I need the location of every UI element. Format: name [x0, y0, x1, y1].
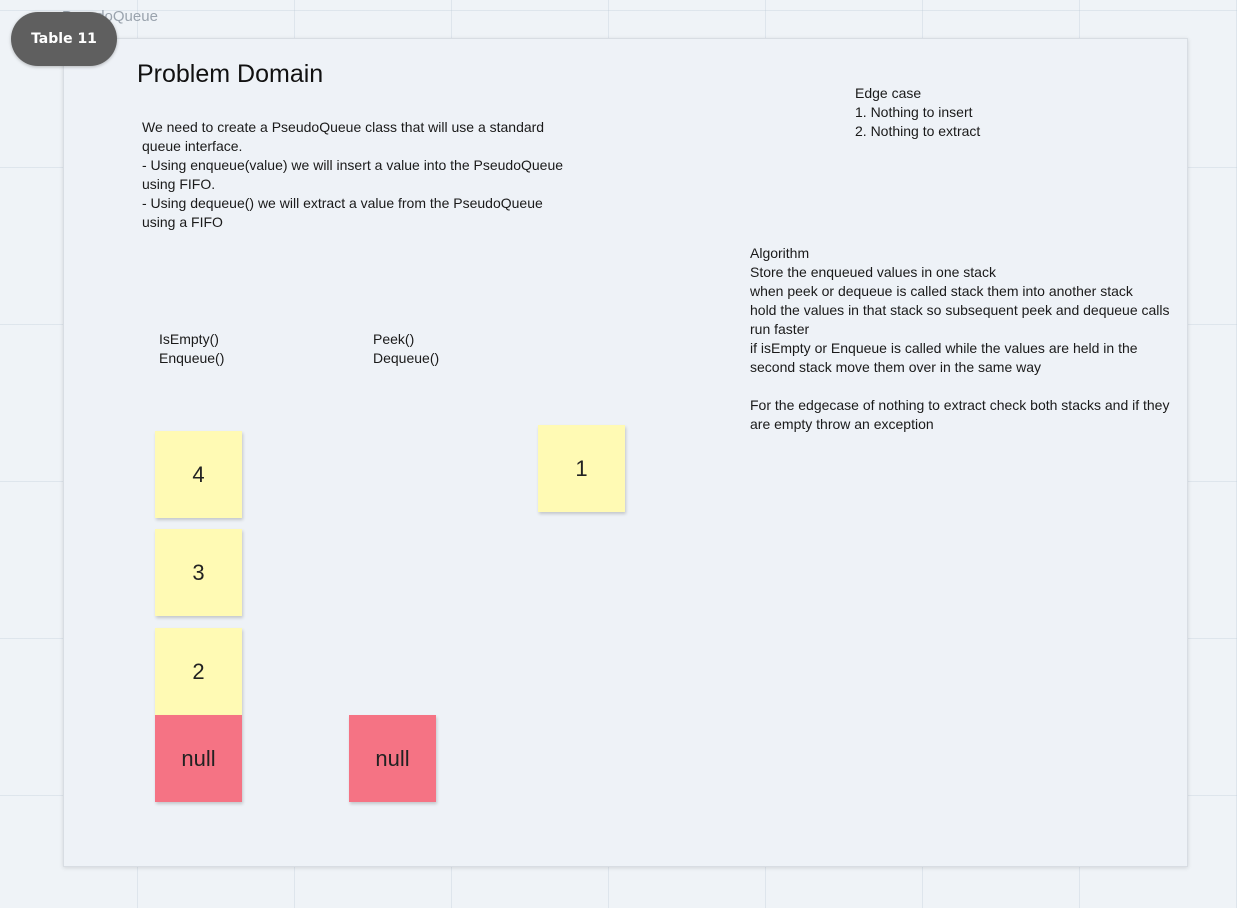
methods-right[interactable]: Peek() Dequeue(): [373, 330, 439, 368]
edge-case-note[interactable]: Edge case 1. Nothing to insert 2. Nothin…: [855, 84, 980, 141]
sticky-note-3[interactable]: 3: [155, 529, 242, 616]
algorithm-note[interactable]: Algorithm Store the enqueued values in o…: [750, 244, 1170, 434]
sticky-note-null-stack2[interactable]: null: [349, 715, 436, 802]
methods-left[interactable]: IsEmpty() Enqueue(): [159, 330, 224, 368]
problem-description[interactable]: We need to create a PseudoQueue class th…: [142, 118, 563, 232]
page-title[interactable]: Problem Domain: [137, 60, 323, 89]
sticky-note-null-stack1[interactable]: null: [155, 715, 242, 802]
table-badge[interactable]: Table 11: [11, 12, 117, 66]
sticky-note-1[interactable]: 1: [538, 425, 625, 512]
sticky-note-2[interactable]: 2: [155, 628, 242, 715]
sticky-note-4[interactable]: 4: [155, 431, 242, 518]
